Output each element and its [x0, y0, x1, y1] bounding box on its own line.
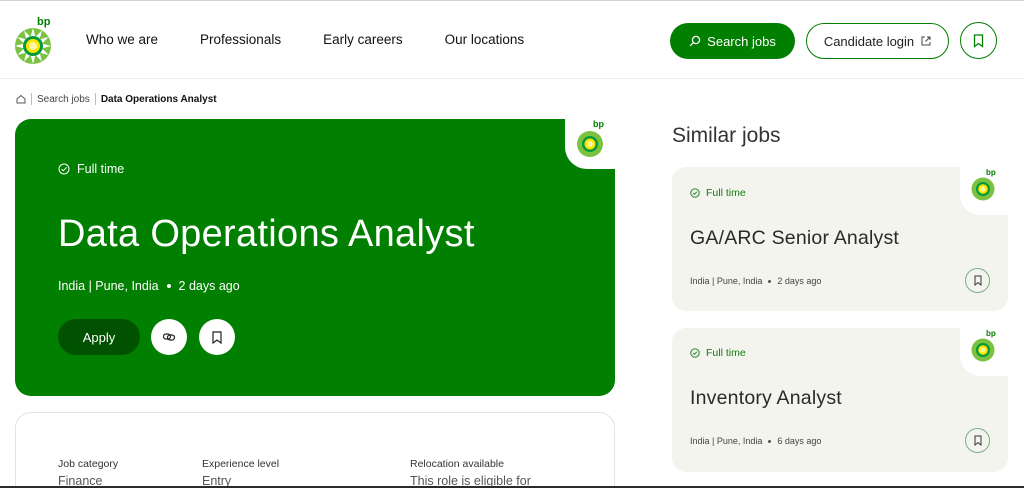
job-meta: India | Pune, India 2 days ago	[58, 279, 240, 293]
logo-text: bp	[986, 168, 996, 177]
similar-job-title[interactable]: GA/ARC Senior Analyst	[690, 227, 899, 250]
search-jobs-button[interactable]: Search jobs	[670, 23, 795, 59]
logo-text: bp	[37, 16, 51, 28]
apply-button[interactable]: Apply	[58, 319, 140, 355]
similar-job-posted: 2 days ago	[777, 276, 822, 286]
similar-jobs-heading: Similar jobs	[672, 124, 781, 147]
job-title: Data Operations Analyst	[58, 213, 475, 255]
similar-job-meta: India | Pune, India 6 days ago	[690, 436, 821, 446]
meta-dot	[166, 284, 171, 288]
site-header: bp Who we are Professionals Early career…	[0, 1, 1024, 79]
job-type-badge: Full time	[58, 162, 124, 176]
bp-logo: bp	[971, 329, 996, 362]
save-similar-job-button[interactable]	[965, 428, 990, 453]
job-category-label: Job category	[58, 458, 119, 470]
bookmark-icon	[974, 275, 981, 286]
bookmark-icon	[974, 435, 981, 446]
main-nav: Who we are Professionals Early careers O…	[86, 32, 566, 47]
job-type-badge: Full time	[690, 347, 746, 359]
nav-professionals[interactable]: Professionals	[200, 32, 281, 47]
search-jobs-label: Search jobs	[707, 33, 776, 49]
bp-logo: bp	[971, 168, 996, 201]
similar-job-meta: India | Pune, India 2 days ago	[690, 276, 821, 286]
nav-who-we-are[interactable]: Who we are	[86, 32, 158, 47]
check-circle-icon	[690, 188, 700, 198]
page-scrollbar[interactable]	[1012, 79, 1024, 488]
external-link-icon	[921, 36, 931, 46]
breadcrumb-current: Data Operations Analyst	[100, 93, 217, 105]
search-icon	[689, 35, 701, 47]
save-job-button[interactable]	[199, 319, 235, 355]
nav-early-careers[interactable]: Early careers	[323, 32, 403, 47]
breadcrumb-search-jobs[interactable]: Search jobs	[37, 94, 90, 105]
similar-job-title[interactable]: Inventory Analyst	[690, 387, 842, 410]
bp-logo[interactable]: bp	[14, 15, 54, 65]
meta-dot	[768, 439, 772, 443]
experience-level-label: Experience level	[202, 458, 280, 470]
similar-job-posted: 6 days ago	[777, 436, 822, 446]
job-location: India | Pune, India	[58, 279, 159, 293]
copy-link-button[interactable]	[151, 319, 187, 355]
nav-our-locations[interactable]: Our locations	[445, 32, 525, 47]
bp-logo: bp	[577, 119, 604, 157]
candidate-login-label: Candidate login	[823, 33, 915, 49]
candidate-login-button[interactable]: Candidate login	[806, 23, 949, 59]
logo-text: bp	[593, 119, 604, 129]
breadcrumb: Search jobs Data Operations Analyst	[16, 93, 217, 105]
check-circle-icon	[58, 163, 70, 175]
job-type-label: Full time	[77, 162, 125, 176]
saved-jobs-button[interactable]	[960, 22, 997, 59]
home-icon[interactable]	[16, 94, 26, 104]
breadcrumb-separator	[31, 93, 32, 105]
job-posted: 2 days ago	[178, 279, 240, 293]
save-similar-job-button[interactable]	[965, 268, 990, 293]
job-type-label: Full time	[706, 347, 746, 359]
relocation-label: Relocation available	[410, 458, 504, 470]
job-type-badge: Full time	[690, 187, 746, 199]
meta-dot	[768, 279, 772, 283]
check-circle-icon	[690, 348, 700, 358]
similar-job-location: India | Pune, India	[690, 436, 763, 446]
similar-job-location: India | Pune, India	[690, 276, 763, 286]
logo-text: bp	[986, 329, 996, 338]
bookmark-icon	[973, 33, 984, 48]
bookmark-icon	[212, 330, 222, 344]
job-type-label: Full time	[706, 187, 746, 199]
link-icon	[162, 333, 176, 341]
breadcrumb-separator	[94, 93, 96, 105]
